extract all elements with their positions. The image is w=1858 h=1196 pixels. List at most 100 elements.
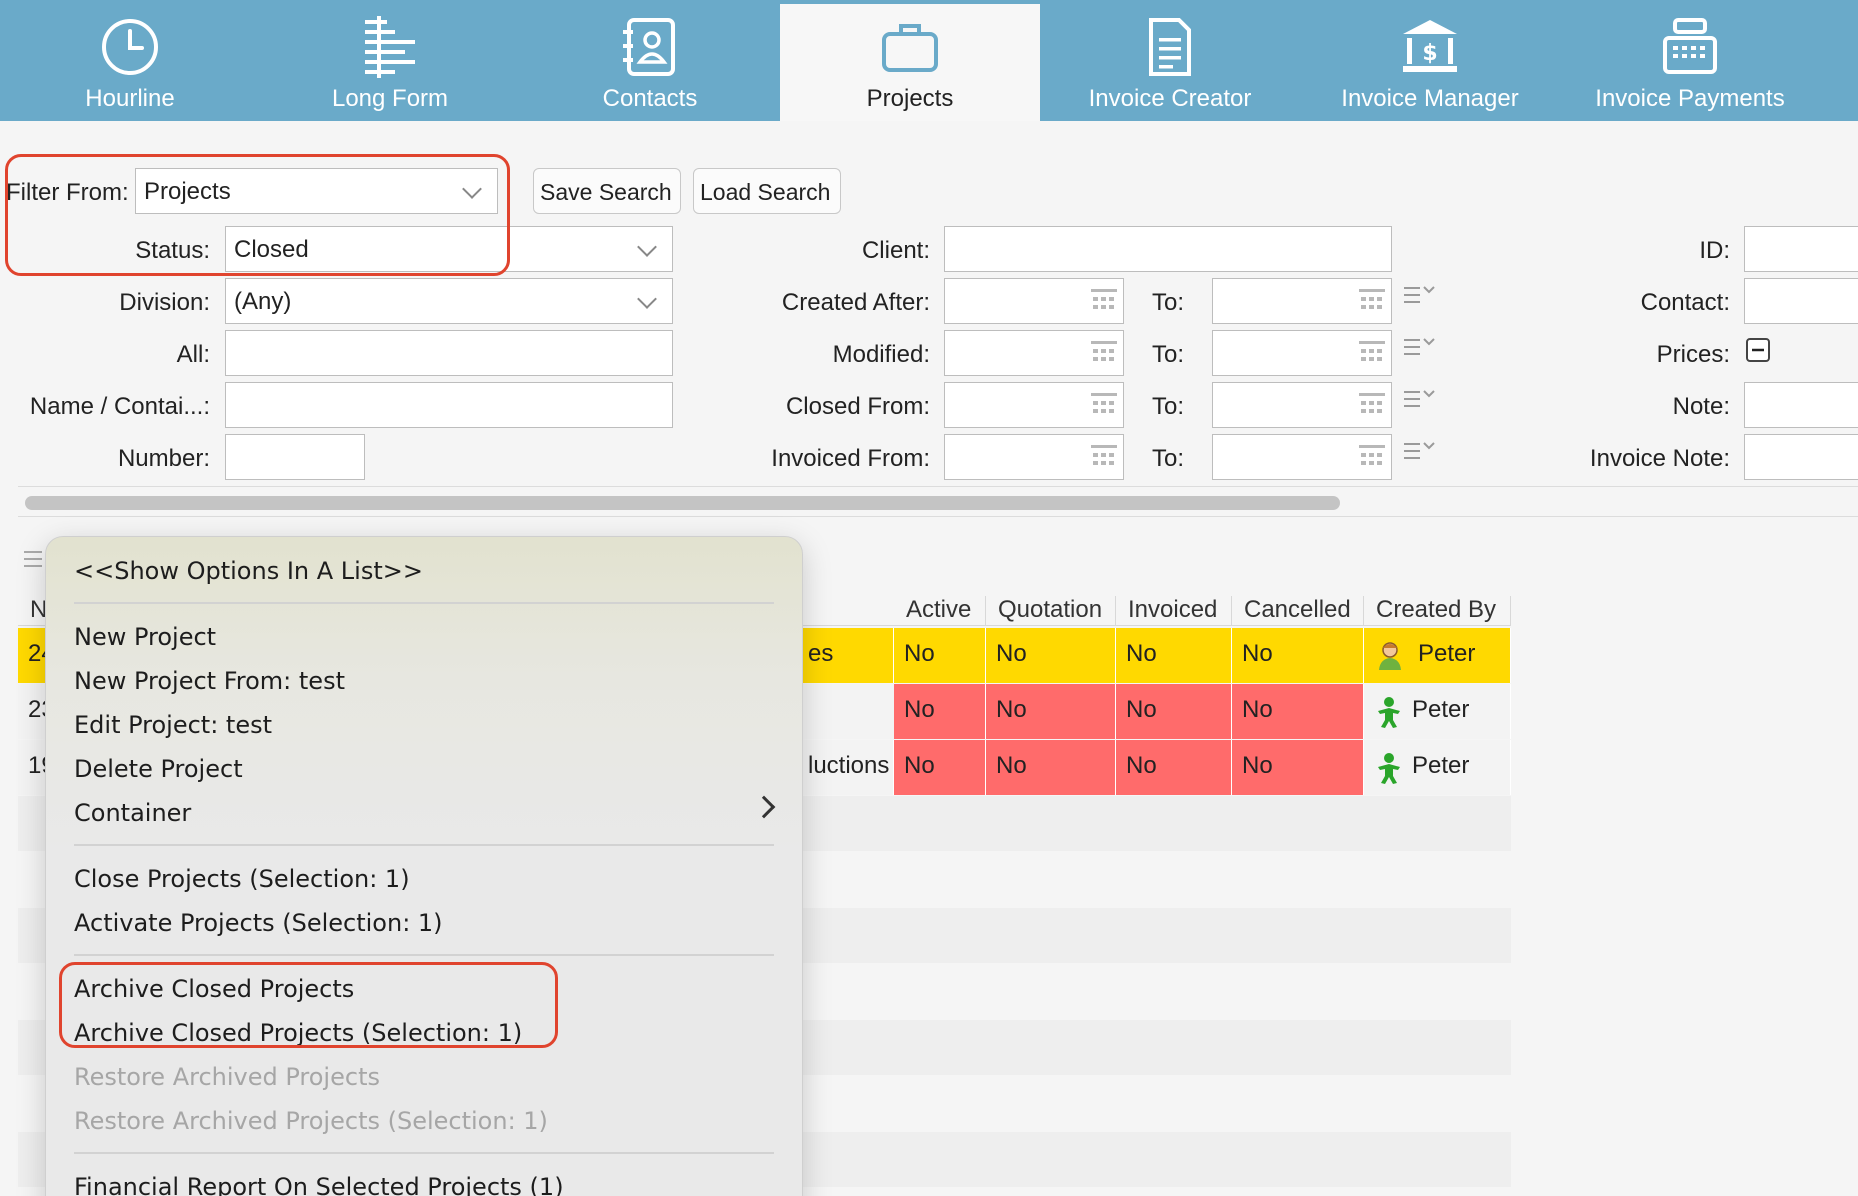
cell-active: No <box>894 684 986 739</box>
calendar-icon[interactable] <box>1091 289 1117 313</box>
cell-cancelled: No <box>1232 740 1364 795</box>
menu-item-new-project[interactable]: New Project <box>74 623 216 651</box>
cell-name: es <box>798 628 894 683</box>
cell-quotation: No <box>986 628 1116 683</box>
list-options-icon[interactable] <box>22 548 44 570</box>
divider <box>18 516 1858 517</box>
note-label: Note: <box>1672 393 1730 420</box>
menu-separator <box>74 954 774 956</box>
prices-label: Prices: <box>1656 341 1730 368</box>
menu-separator <box>74 844 774 846</box>
save-search-button[interactable]: Save Search <box>533 168 681 214</box>
menu-item-new-project-from[interactable]: New Project From: test <box>74 667 345 695</box>
modified-from-input[interactable] <box>944 330 1124 376</box>
menu-item-restore-archived-selection: Restore Archived Projects (Selection: 1) <box>74 1107 548 1135</box>
created-by-name: Peter <box>1412 696 1470 723</box>
menu-item-activate-projects[interactable]: Activate Projects (Selection: 1) <box>74 909 443 937</box>
to-label: To: <box>1152 341 1185 368</box>
person-green-icon <box>1378 753 1400 784</box>
invoiced-from-input[interactable] <box>944 434 1124 480</box>
tab-hourline[interactable]: Hourline <box>0 0 260 121</box>
number-label: Number: <box>117 445 210 472</box>
tab-invoice-creator[interactable]: Invoice Creator <box>1040 0 1300 121</box>
cell-invoiced: No <box>1116 628 1232 683</box>
horizontal-scrollbar[interactable] <box>25 496 1340 510</box>
tab-invoice-payments[interactable]: Invoice Payments <box>1560 0 1820 121</box>
tab-label: Invoice Manager <box>1341 85 1519 112</box>
contact-input[interactable] <box>1744 278 1858 324</box>
closed-to-input[interactable] <box>1212 382 1392 428</box>
name-container-input[interactable] <box>225 382 673 428</box>
created-after-input[interactable] <box>944 278 1124 324</box>
to-label: To: <box>1152 445 1185 472</box>
menu-item-delete-project[interactable]: Delete Project <box>74 755 243 783</box>
id-input[interactable] <box>1744 226 1858 272</box>
menu-item-financial-report[interactable]: Financial Report On Selected Projects (1… <box>74 1173 564 1196</box>
note-input[interactable] <box>1744 382 1858 428</box>
created-by-name: Peter <box>1418 640 1476 667</box>
column-header-invoiced[interactable]: Invoiced <box>1116 596 1232 626</box>
calendar-icon[interactable] <box>1359 393 1385 417</box>
invoiced-from-label: Invoiced From: <box>771 445 930 472</box>
cell-quotation: No <box>986 740 1116 795</box>
tab-label: Projects <box>866 85 954 112</box>
all-label: All: <box>176 341 210 368</box>
tab-label: Contacts <box>602 85 698 112</box>
cell-created-by: Peter <box>1364 628 1511 683</box>
number-input[interactable] <box>225 434 365 480</box>
id-label: ID: <box>1699 237 1730 264</box>
date-options-menu-icon[interactable] <box>1402 284 1436 308</box>
menu-item-container[interactable]: Container <box>74 799 191 827</box>
client-input[interactable] <box>944 226 1392 272</box>
client-label: Client: <box>861 237 930 264</box>
tab-label: Long Form <box>331 85 449 112</box>
created-to-input[interactable] <box>1212 278 1392 324</box>
clock-icon <box>102 19 158 75</box>
calendar-icon[interactable] <box>1091 445 1117 469</box>
divider <box>18 486 1858 487</box>
person-green-icon <box>1378 697 1400 728</box>
all-input[interactable] <box>225 330 673 376</box>
date-options-menu-icon[interactable] <box>1402 440 1436 464</box>
cash-register-icon <box>1663 18 1717 74</box>
modified-to-input[interactable] <box>1212 330 1392 376</box>
tab-contacts[interactable]: Contacts <box>520 0 780 121</box>
invoiced-to-input[interactable] <box>1212 434 1392 480</box>
calendar-icon[interactable] <box>1359 445 1385 469</box>
column-header-created-by[interactable]: Created By <box>1364 596 1511 626</box>
calendar-icon[interactable] <box>1091 393 1117 417</box>
cell-active: No <box>894 740 986 795</box>
tab-long-form[interactable]: Long Form <box>260 0 520 121</box>
calendar-icon[interactable] <box>1091 341 1117 365</box>
tab-projects[interactable]: Projects <box>780 0 1040 121</box>
menu-item-edit-project[interactable]: Edit Project: test <box>74 711 272 739</box>
invoice-note-label: Invoice Note: <box>1589 445 1730 472</box>
prices-checkbox[interactable] <box>1746 338 1770 362</box>
to-label: To: <box>1152 289 1185 316</box>
highlight-box-filter <box>5 154 510 276</box>
closed-from-label: Closed From: <box>785 393 930 420</box>
tab-invoice-manager[interactable]: $ Invoice Manager <box>1300 0 1560 121</box>
column-header-quotation[interactable]: Quotation <box>986 596 1116 626</box>
chevron-right-icon <box>752 795 776 819</box>
menu-item-show-options[interactable]: <<Show Options In A List>> <box>74 557 423 585</box>
calendar-icon[interactable] <box>1359 289 1385 313</box>
cell-created-by: Peter <box>1364 684 1511 739</box>
bank-icon: $ <box>1403 20 1457 72</box>
column-header-active[interactable]: Active <box>894 596 986 626</box>
date-options-menu-icon[interactable] <box>1402 336 1436 360</box>
document-icon <box>1149 18 1191 76</box>
menu-item-close-projects[interactable]: Close Projects (Selection: 1) <box>74 865 410 893</box>
cell-cancelled: No <box>1232 684 1364 739</box>
main-navigation: Hourline Long Form Contacts Projects Inv… <box>0 0 1858 121</box>
closed-from-input[interactable] <box>944 382 1124 428</box>
division-label: Division: <box>119 289 210 316</box>
calendar-icon[interactable] <box>1359 341 1385 365</box>
date-options-menu-icon[interactable] <box>1402 388 1436 412</box>
list-form-icon <box>365 16 415 78</box>
division-select[interactable]: (Any) <box>225 278 673 324</box>
invoice-note-input[interactable] <box>1744 434 1858 480</box>
load-search-button[interactable]: Load Search <box>693 168 841 214</box>
cell-cancelled: No <box>1232 628 1364 683</box>
column-header-cancelled[interactable]: Cancelled <box>1232 596 1364 626</box>
